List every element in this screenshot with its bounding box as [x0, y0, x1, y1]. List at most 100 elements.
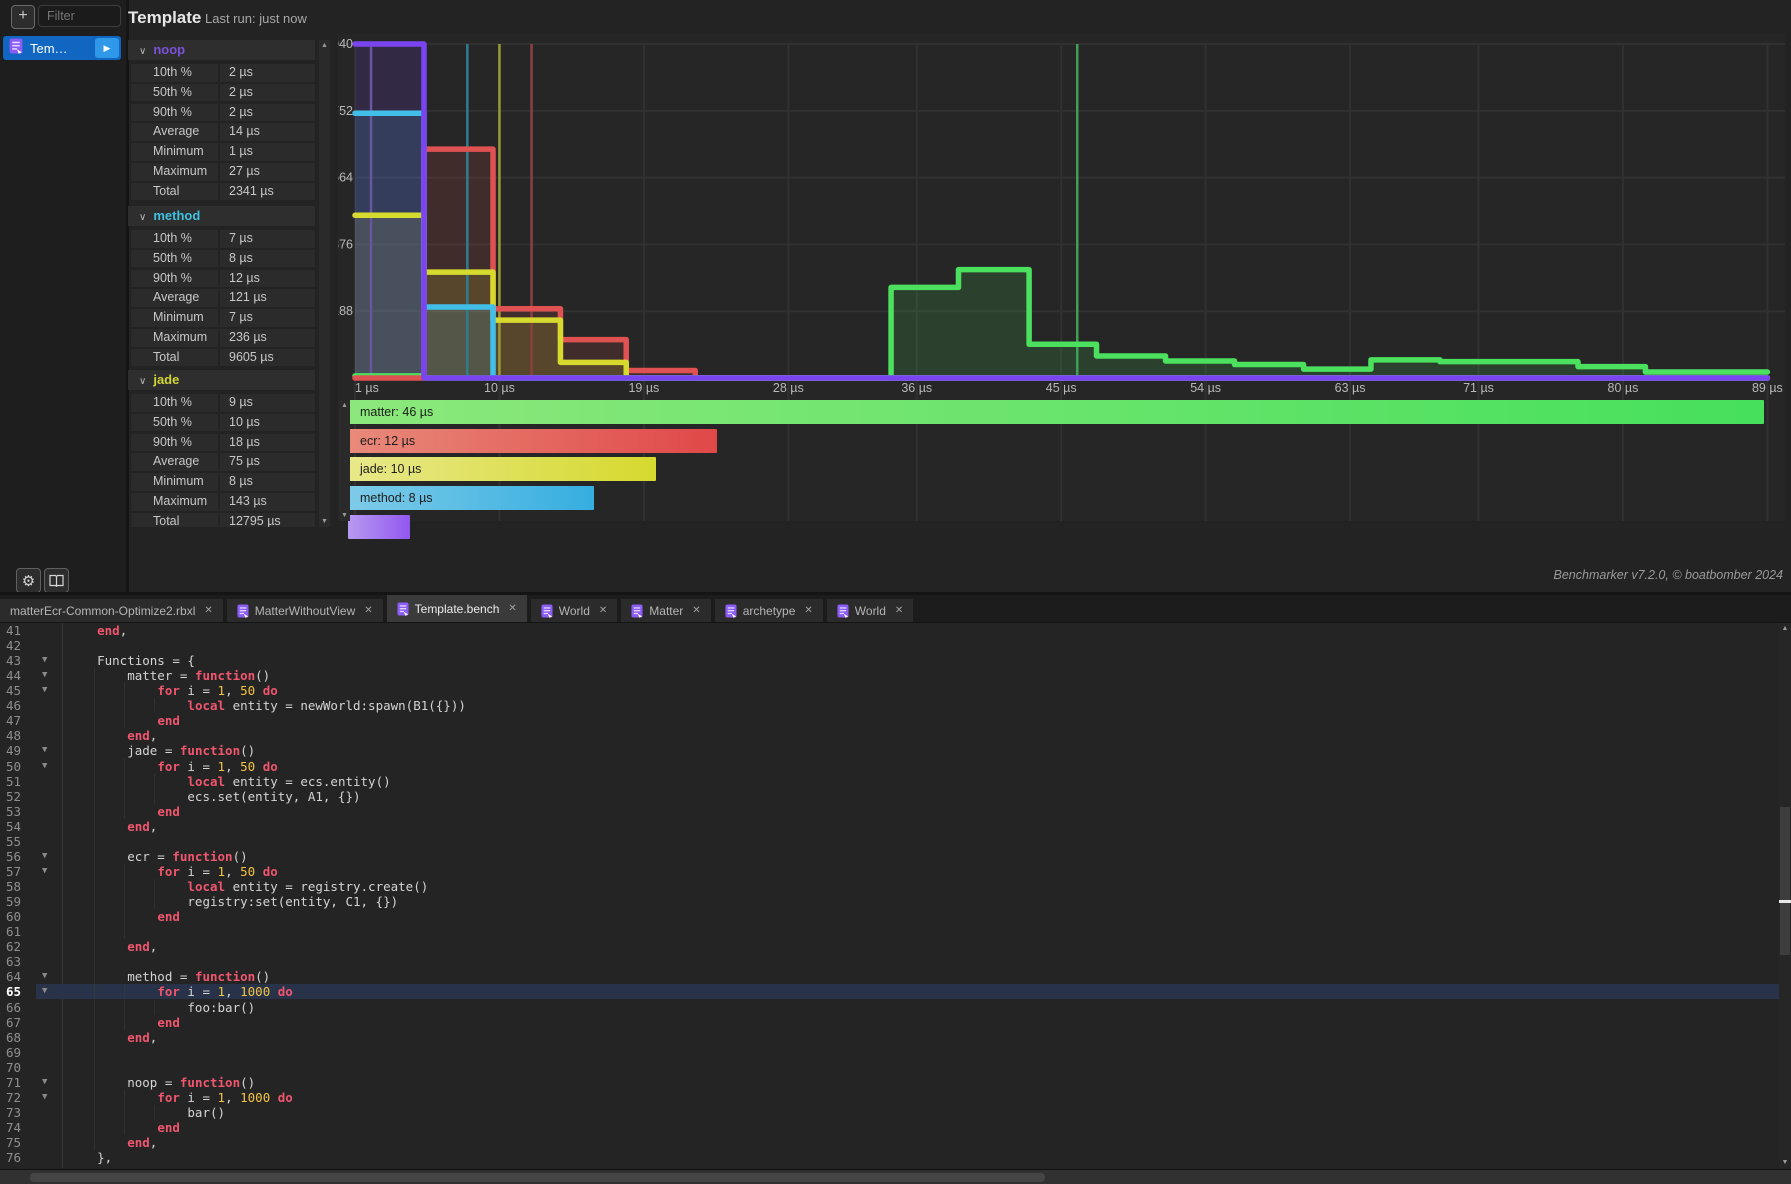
fold-arrow-icon[interactable]: ▼ — [42, 683, 47, 698]
section-name: jade — [153, 372, 179, 387]
code-text: end — [67, 909, 180, 924]
code-line-47[interactable]: 47 end — [0, 713, 1779, 728]
editor-scrollbar[interactable]: ▲ ▼ — [1779, 623, 1791, 1168]
stats-scrollbar[interactable]: ▲ ▼ — [319, 40, 330, 527]
legend-item-noop[interactable] — [348, 515, 410, 539]
code-line-49[interactable]: 49▼ jade = function() — [0, 743, 1779, 758]
code-line-70[interactable]: 70 — [0, 1060, 1779, 1075]
code-line-57[interactable]: 57▼ for i = 1, 50 do — [0, 864, 1779, 879]
code-line-48[interactable]: 48 end, — [0, 728, 1779, 743]
code-editor[interactable]: 41 end,4243▼ Functions = {44▼ matter = f… — [0, 623, 1779, 1168]
code-line-42[interactable]: 42 — [0, 638, 1779, 653]
stat-label: Maximum — [131, 163, 218, 181]
code-line-56[interactable]: 56▼ ecr = function() — [0, 849, 1779, 864]
code-line-63[interactable]: 63 — [0, 954, 1779, 969]
fold-arrow-icon[interactable]: ▼ — [42, 653, 47, 668]
code-line-65[interactable]: 65▼ for i = 1, 1000 do — [0, 984, 1779, 999]
code-line-74[interactable]: 74 end — [0, 1120, 1779, 1135]
code-line-62[interactable]: 62 end, — [0, 939, 1779, 954]
stats-section-header-jade[interactable]: ∨jade — [128, 370, 315, 390]
scroll-down-icon[interactable]: ▼ — [339, 512, 350, 519]
fold-arrow-icon[interactable]: ▼ — [42, 849, 47, 864]
close-icon[interactable]: ✕ — [692, 605, 700, 616]
docs-button[interactable] — [44, 568, 69, 593]
code-text: end, — [67, 939, 157, 954]
fold-arrow-icon[interactable]: ▼ — [42, 969, 47, 984]
code-line-54[interactable]: 54 end, — [0, 819, 1779, 834]
script-tab-bar: matterEcr-Common-Optimize2.rbxl✕MatterWi… — [0, 595, 1791, 622]
y-axis-tick: 940 — [338, 37, 353, 51]
code-line-50[interactable]: 50▼ for i = 1, 50 do — [0, 759, 1779, 774]
code-line-67[interactable]: 67 end — [0, 1015, 1779, 1030]
run-benchmark-button[interactable]: ▶ — [95, 38, 119, 58]
code-line-59[interactable]: 59 registry:set(entity, C1, {}) — [0, 894, 1779, 909]
fold-arrow-icon[interactable]: ▼ — [42, 864, 47, 879]
legend-item-jade[interactable]: jade: 10 µs — [348, 457, 656, 481]
legend-scrollbar[interactable]: ▲ ▼ — [339, 400, 350, 521]
fold-arrow-icon[interactable]: ▼ — [42, 984, 47, 999]
code-line-61[interactable]: 61 — [0, 924, 1779, 939]
scrollbar-thumb[interactable] — [1780, 807, 1790, 955]
code-line-75[interactable]: 75 end, — [0, 1135, 1779, 1150]
code-text: noop = function() — [67, 1075, 255, 1090]
tab-world[interactable]: World✕ — [531, 599, 618, 622]
code-line-46[interactable]: 46 local entity = newWorld:spawn(B1({})) — [0, 698, 1779, 713]
settings-button[interactable]: ⚙ — [16, 568, 41, 593]
code-line-52[interactable]: 52 ecs.set(entity, A1, {}) — [0, 789, 1779, 804]
stats-section-header-method[interactable]: ∨method — [128, 206, 315, 226]
sidebar-item-template[interactable]: Tem… ▶ — [3, 36, 121, 60]
code-line-53[interactable]: 53 end — [0, 804, 1779, 819]
indent-guide — [94, 834, 95, 849]
code-line-69[interactable]: 69 — [0, 1045, 1779, 1060]
scroll-up-icon[interactable]: ▲ — [1779, 625, 1791, 632]
code-line-51[interactable]: 51 local entity = ecs.entity() — [0, 774, 1779, 789]
stats-row: Total12795 µs — [131, 513, 315, 527]
close-icon[interactable]: ✕ — [508, 603, 516, 614]
close-icon[interactable]: ✕ — [804, 605, 812, 616]
scroll-down-icon[interactable]: ▼ — [1779, 1159, 1791, 1166]
legend-item-method[interactable]: method: 8 µs — [348, 486, 594, 510]
code-line-58[interactable]: 58 local entity = registry.create() — [0, 879, 1779, 894]
tab-world[interactable]: World✕ — [827, 599, 914, 622]
close-icon[interactable]: ✕ — [599, 605, 607, 616]
fold-arrow-icon[interactable]: ▼ — [42, 759, 47, 774]
horizontal-scrollbar[interactable] — [0, 1169, 1791, 1184]
stats-panel: ∨noop10th %2 µs50th %2 µs90th %2 µsAvera… — [128, 40, 319, 527]
close-icon[interactable]: ✕ — [364, 605, 372, 616]
tab-template-bench[interactable]: Template.bench✕ — [387, 595, 527, 622]
tab-matterecr-common-optimize2-rbxl[interactable]: matterEcr-Common-Optimize2.rbxl✕ — [0, 599, 223, 622]
code-line-68[interactable]: 68 end, — [0, 1030, 1779, 1045]
code-line-60[interactable]: 60 end — [0, 909, 1779, 924]
legend-item-matter[interactable]: matter: 46 µs — [348, 400, 1764, 424]
code-line-55[interactable]: 55 — [0, 834, 1779, 849]
code-line-76[interactable]: 76 }, — [0, 1150, 1779, 1165]
fold-arrow-icon[interactable]: ▼ — [42, 668, 47, 683]
tab-archetype[interactable]: archetype✕ — [715, 599, 823, 622]
scroll-down-icon[interactable]: ▼ — [319, 518, 330, 525]
code-line-44[interactable]: 44▼ matter = function() — [0, 668, 1779, 683]
add-benchmark-button[interactable]: + — [11, 5, 35, 29]
code-line-43[interactable]: 43▼ Functions = { — [0, 653, 1779, 668]
code-line-41[interactable]: 41 end, — [0, 623, 1779, 638]
tab-matter[interactable]: Matter✕ — [621, 599, 710, 622]
scrollbar-thumb[interactable] — [30, 1173, 1045, 1182]
code-line-73[interactable]: 73 bar() — [0, 1105, 1779, 1120]
stats-section-header-noop[interactable]: ∨noop — [128, 40, 315, 60]
code-line-66[interactable]: 66 foo:bar() — [0, 1000, 1779, 1015]
close-icon[interactable]: ✕ — [895, 605, 903, 616]
fold-arrow-icon[interactable]: ▼ — [42, 1090, 47, 1105]
tab-matterwithoutview[interactable]: MatterWithoutView✕ — [227, 599, 383, 622]
fold-arrow-icon[interactable]: ▼ — [42, 743, 47, 758]
filter-input[interactable] — [38, 5, 121, 27]
code-line-72[interactable]: 72▼ for i = 1, 1000 do — [0, 1090, 1779, 1105]
code-line-64[interactable]: 64▼ method = function() — [0, 969, 1779, 984]
legend-item-ecr[interactable]: ecr: 12 µs — [348, 429, 717, 453]
close-icon[interactable]: ✕ — [204, 605, 212, 616]
code-line-45[interactable]: 45▼ for i = 1, 50 do — [0, 683, 1779, 698]
scroll-up-icon[interactable]: ▲ — [339, 402, 350, 409]
scroll-up-icon[interactable]: ▲ — [319, 42, 330, 49]
line-number: 55 — [6, 834, 34, 849]
code-line-71[interactable]: 71▼ noop = function() — [0, 1075, 1779, 1090]
code-text: end, — [67, 1135, 157, 1150]
fold-arrow-icon[interactable]: ▼ — [42, 1075, 47, 1090]
